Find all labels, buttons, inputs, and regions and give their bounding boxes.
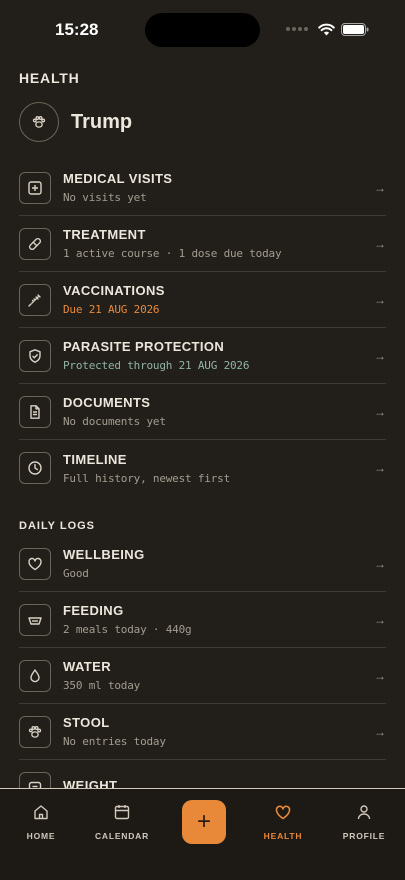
row-parasite-protection[interactable]: PARASITE PROTECTION Protected through 21… bbox=[19, 328, 386, 384]
page-title: HEALTH bbox=[19, 70, 80, 86]
person-icon bbox=[329, 803, 399, 825]
tab-health[interactable]: HEALTH bbox=[248, 803, 318, 841]
signal-icon bbox=[286, 27, 308, 31]
row-subtitle: No visits yet bbox=[63, 191, 147, 204]
tab-profile[interactable]: PROFILE bbox=[329, 803, 399, 841]
bowl-icon bbox=[19, 603, 51, 636]
arrow-right-icon: → bbox=[374, 724, 386, 739]
pet-name: Trump bbox=[71, 110, 133, 133]
row-stool[interactable]: STOOL No entries today → bbox=[19, 704, 386, 760]
row-subtitle: 2 meals today · 440g bbox=[63, 623, 192, 636]
arrow-right-icon: → bbox=[374, 668, 386, 683]
row-timeline[interactable]: TIMELINE Full history, newest first → bbox=[19, 440, 386, 496]
row-title: DOCUMENTS bbox=[63, 395, 151, 410]
home-icon bbox=[6, 803, 76, 825]
pet-selector[interactable]: Trump bbox=[19, 102, 132, 142]
arrow-right-icon: → bbox=[374, 180, 386, 195]
row-vaccinations[interactable]: VACCINATIONS Due 21 AUG 2026 → bbox=[19, 272, 386, 328]
row-title: STOOL bbox=[63, 715, 110, 730]
row-subtitle: Due 21 AUG 2026 bbox=[63, 303, 160, 316]
row-water[interactable]: WATER 350 ml today → bbox=[19, 648, 386, 704]
paw-icon bbox=[19, 715, 51, 748]
tab-label: HOME bbox=[26, 831, 56, 841]
arrow-right-icon: → bbox=[374, 461, 386, 475]
section-label-daily-logs: DAILY LOGS bbox=[19, 520, 96, 532]
row-subtitle: 1 active course · 1 dose due today bbox=[63, 247, 282, 260]
row-title: VACCINATIONS bbox=[63, 283, 165, 298]
status-time: 15:28 bbox=[55, 20, 99, 39]
tab-home[interactable]: HOME bbox=[6, 803, 76, 841]
row-subtitle: No entries today bbox=[63, 735, 166, 748]
row-title: TREATMENT bbox=[63, 227, 146, 242]
pill-icon bbox=[19, 227, 51, 260]
clock-icon bbox=[19, 452, 51, 484]
tab-label: PROFILE bbox=[342, 831, 386, 841]
row-wellbeing[interactable]: WELLBEING Good → bbox=[19, 536, 386, 592]
arrow-right-icon: → bbox=[374, 556, 386, 571]
battery-icon bbox=[341, 22, 369, 36]
dynamic-island bbox=[145, 13, 260, 47]
status-icons bbox=[286, 22, 369, 36]
row-title: TIMELINE bbox=[63, 451, 127, 467]
shield-check-icon bbox=[19, 339, 51, 372]
arrow-right-icon: → bbox=[374, 292, 386, 307]
row-feeding[interactable]: FEEDING 2 meals today · 440g → bbox=[19, 592, 386, 648]
row-title: MEDICAL VISITS bbox=[63, 171, 173, 186]
document-icon bbox=[19, 395, 51, 428]
row-subtitle: Protected through 21 AUG 2026 bbox=[63, 359, 250, 372]
row-title: WELLBEING bbox=[63, 547, 145, 562]
arrow-right-icon: → bbox=[374, 404, 386, 419]
row-treatment[interactable]: TREATMENT 1 active course · 1 dose due t… bbox=[19, 216, 386, 272]
tab-calendar[interactable]: CALENDAR bbox=[87, 803, 157, 841]
wifi-icon bbox=[318, 23, 335, 36]
tab-bar: HOME CALENDAR + HEALTH PROFILE bbox=[0, 788, 405, 880]
arrow-right-icon: → bbox=[374, 236, 386, 251]
row-subtitle: Full history, newest first bbox=[63, 471, 230, 485]
daily-logs-list: WELLBEING Good → FEEDING 2 meals today ·… bbox=[19, 536, 386, 816]
calendar-icon bbox=[87, 803, 157, 825]
add-entry-button[interactable]: + bbox=[182, 800, 226, 844]
heart-icon bbox=[248, 803, 318, 825]
syringe-icon bbox=[19, 283, 51, 316]
arrow-right-icon: → bbox=[374, 348, 386, 363]
row-title: PARASITE PROTECTION bbox=[63, 339, 225, 354]
droplet-icon bbox=[19, 659, 51, 692]
heart-icon bbox=[19, 547, 51, 580]
row-subtitle: Good bbox=[63, 567, 89, 580]
paw-icon bbox=[32, 116, 46, 128]
row-medical-visits[interactable]: MEDICAL VISITS No visits yet → bbox=[19, 160, 386, 216]
row-subtitle: 350 ml today bbox=[63, 679, 141, 692]
tab-label: HEALTH bbox=[263, 831, 303, 841]
row-title: FEEDING bbox=[63, 603, 124, 618]
plus-square-icon bbox=[19, 171, 51, 204]
arrow-right-icon: → bbox=[374, 612, 386, 627]
health-records-list: MEDICAL VISITS No visits yet → TREATMENT… bbox=[19, 160, 386, 496]
tab-label: CALENDAR bbox=[94, 831, 150, 841]
pet-avatar bbox=[19, 102, 59, 142]
row-documents[interactable]: DOCUMENTS No documents yet → bbox=[19, 384, 386, 440]
row-title: WATER bbox=[63, 659, 111, 674]
row-subtitle: No documents yet bbox=[63, 415, 166, 428]
status-bar: 15:28 bbox=[0, 0, 405, 56]
